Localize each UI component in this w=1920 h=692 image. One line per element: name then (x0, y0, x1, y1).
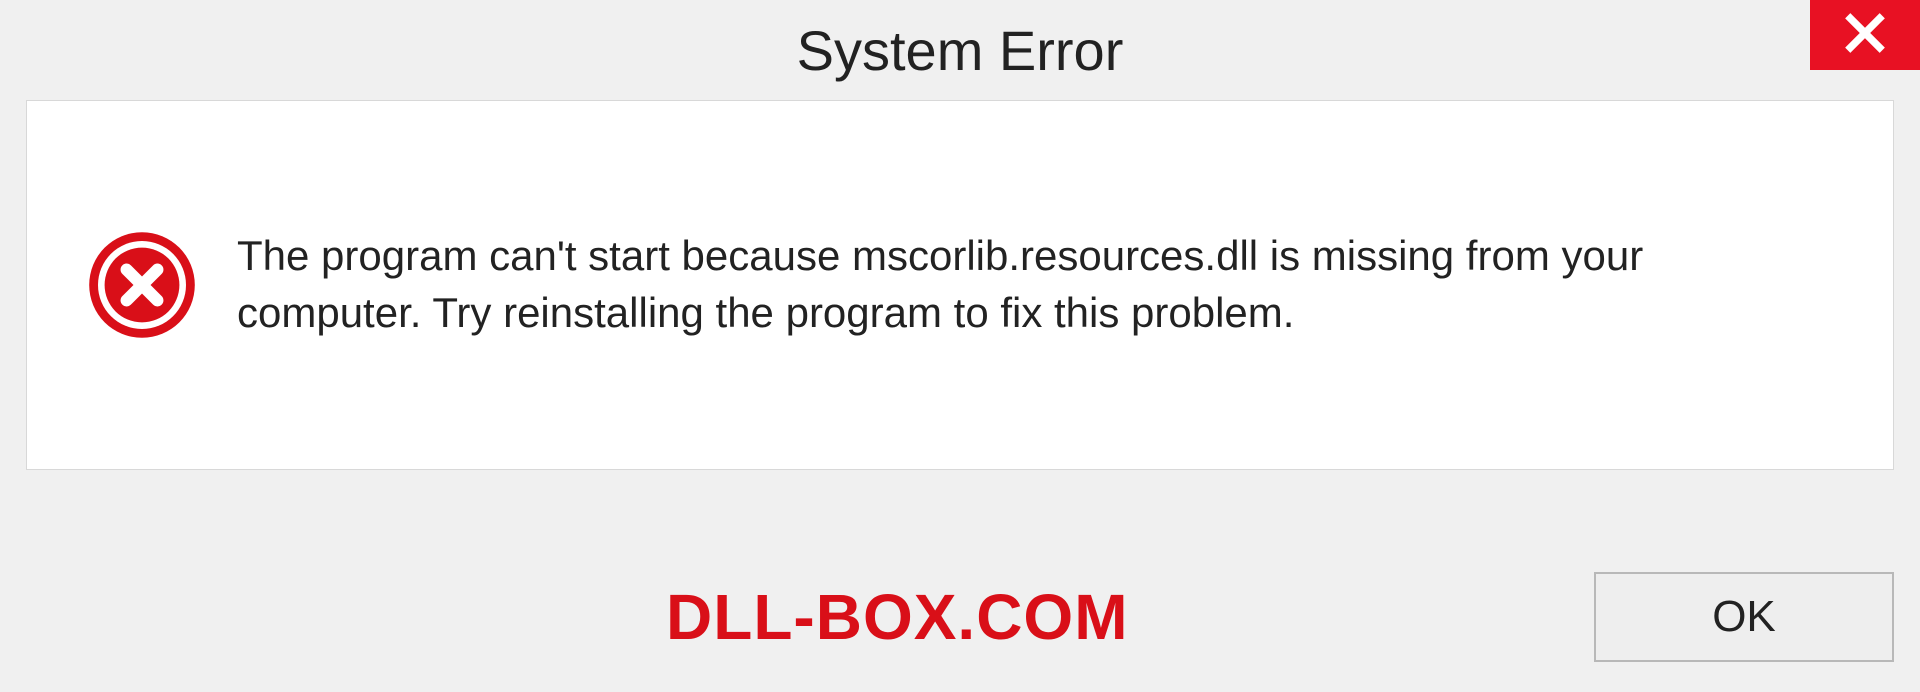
ok-button[interactable]: OK (1594, 572, 1894, 662)
close-icon (1843, 11, 1887, 60)
watermark-text: DLL-BOX.COM (666, 580, 1129, 654)
error-message: The program can't start because mscorlib… (237, 228, 1833, 341)
dialog-footer: DLL-BOX.COM OK (26, 572, 1894, 662)
error-icon (87, 230, 197, 340)
close-button[interactable] (1810, 0, 1920, 70)
titlebar: System Error (0, 0, 1920, 100)
dialog-title: System Error (797, 18, 1124, 83)
dialog-content: The program can't start because mscorlib… (26, 100, 1894, 470)
